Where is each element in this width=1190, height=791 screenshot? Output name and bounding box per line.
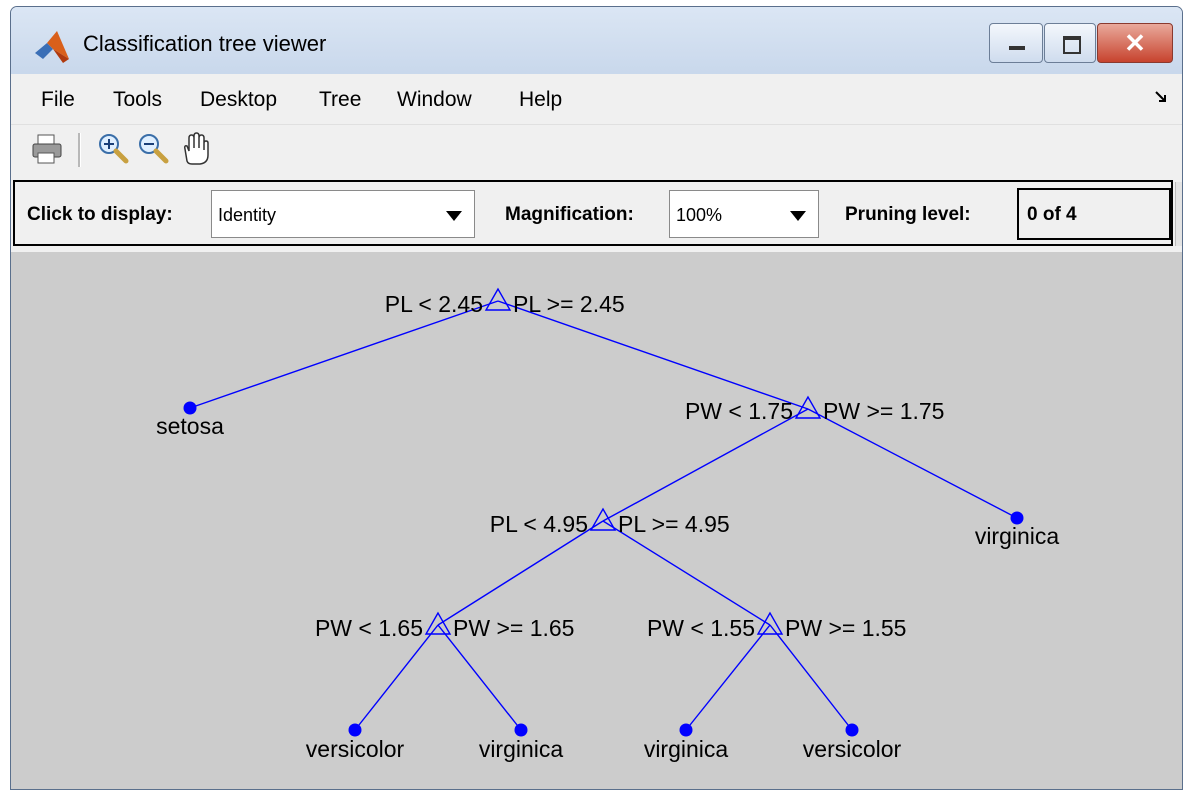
edge-n3-n6 (602, 408, 809, 522)
undock-arrow-icon[interactable] (1154, 90, 1168, 104)
edge-n1-n3 (497, 300, 809, 410)
display-dropdown-value: Identity (218, 205, 277, 225)
chevron-down-icon (446, 211, 462, 221)
magnification-label: Magnification: (505, 204, 634, 225)
pruning-level-value: 0 of 4 (1027, 204, 1077, 225)
leaf-node-n27[interactable] (845, 723, 859, 737)
split-label-n3-right: PW >= 1.75 (823, 398, 944, 424)
pruning-slider[interactable] (1175, 182, 1182, 246)
split-node-n3[interactable] (794, 395, 822, 419)
leaf-node-n25[interactable] (514, 723, 528, 737)
tree-diagram: PL < 2.45 PL >= 2.45 PW < 1.75 PW >= 1.7… (156, 287, 1060, 762)
magnification-dropdown[interactable]: 100% (669, 190, 819, 238)
edge-n3-n7 (807, 408, 1018, 519)
chevron-down-icon (790, 211, 806, 221)
leaf-label-n27: versicolor (803, 736, 902, 762)
toolbar-separator (78, 133, 81, 167)
maximize-button[interactable] (1044, 23, 1096, 63)
split-label-n6-right: PL >= 4.95 (618, 511, 730, 537)
split-label-n6-left: PL < 4.95 (490, 511, 588, 537)
leaf-node-n26[interactable] (679, 723, 693, 737)
leaf-label-n7: virginica (975, 523, 1060, 549)
display-label: Click to display: (27, 204, 173, 225)
minimize-button[interactable] (989, 23, 1043, 63)
magnification-dropdown-value: 100% (676, 205, 723, 225)
control-bar: Click to display: Identity Magnification… (11, 174, 1182, 252)
pruning-label: Pruning level: (845, 204, 971, 225)
menu-file[interactable]: File (41, 88, 75, 112)
leaf-node-n24[interactable] (348, 723, 362, 737)
menu-help[interactable]: Help (519, 88, 562, 112)
menu-window[interactable]: Window (397, 88, 472, 112)
edge-n1-n2 (189, 300, 499, 409)
leaf-label-n26: virginica (644, 736, 729, 762)
menu-desktop[interactable]: Desktop (200, 88, 277, 112)
split-label-n12-right: PW >= 1.65 (453, 615, 574, 641)
leaf-label-n25: virginica (479, 736, 564, 762)
maximize-icon (1063, 36, 1081, 54)
split-label-n1-left: PL < 2.45 (385, 291, 483, 317)
menu-tree[interactable]: Tree (319, 88, 361, 112)
pruning-level-field: 0 of 4 (1017, 188, 1171, 240)
control-panel: Click to display: Identity Magnification… (13, 180, 1173, 246)
minimize-icon (1009, 46, 1025, 50)
matlab-logo-icon (35, 31, 69, 63)
split-label-n13-left: PW < 1.55 (647, 615, 755, 641)
display-dropdown[interactable]: Identity (211, 190, 475, 238)
split-label-n12-left: PW < 1.65 (315, 615, 423, 641)
split-node-n12[interactable] (424, 611, 452, 635)
split-node-n1[interactable] (484, 287, 512, 311)
zoom-out-icon[interactable] (135, 131, 171, 167)
leaf-label-n24: versicolor (306, 736, 405, 762)
close-icon: ✕ (1124, 28, 1146, 58)
window-title: Classification tree viewer (83, 31, 327, 56)
split-label-n13-right: PW >= 1.55 (785, 615, 906, 641)
menu-tools[interactable]: Tools (113, 88, 162, 112)
tree-canvas[interactable]: PL < 2.45 PL >= 2.45 PW < 1.75 PW >= 1.7… (11, 252, 1182, 789)
split-label-n1-right: PL >= 2.45 (513, 291, 625, 317)
app-window: Classification tree viewer ✕ File Tools … (10, 6, 1183, 790)
split-label-n3-left: PW < 1.75 (685, 398, 793, 424)
zoom-in-icon[interactable] (95, 131, 131, 167)
toolbar (11, 124, 1182, 176)
split-node-n13[interactable] (756, 611, 784, 635)
leaf-label-n2: setosa (156, 413, 224, 439)
print-icon[interactable] (29, 131, 65, 167)
menu-bar: File Tools Desktop Tree Window Help (11, 74, 1182, 124)
close-button[interactable]: ✕ (1097, 23, 1173, 63)
pan-hand-icon[interactable] (177, 131, 213, 167)
